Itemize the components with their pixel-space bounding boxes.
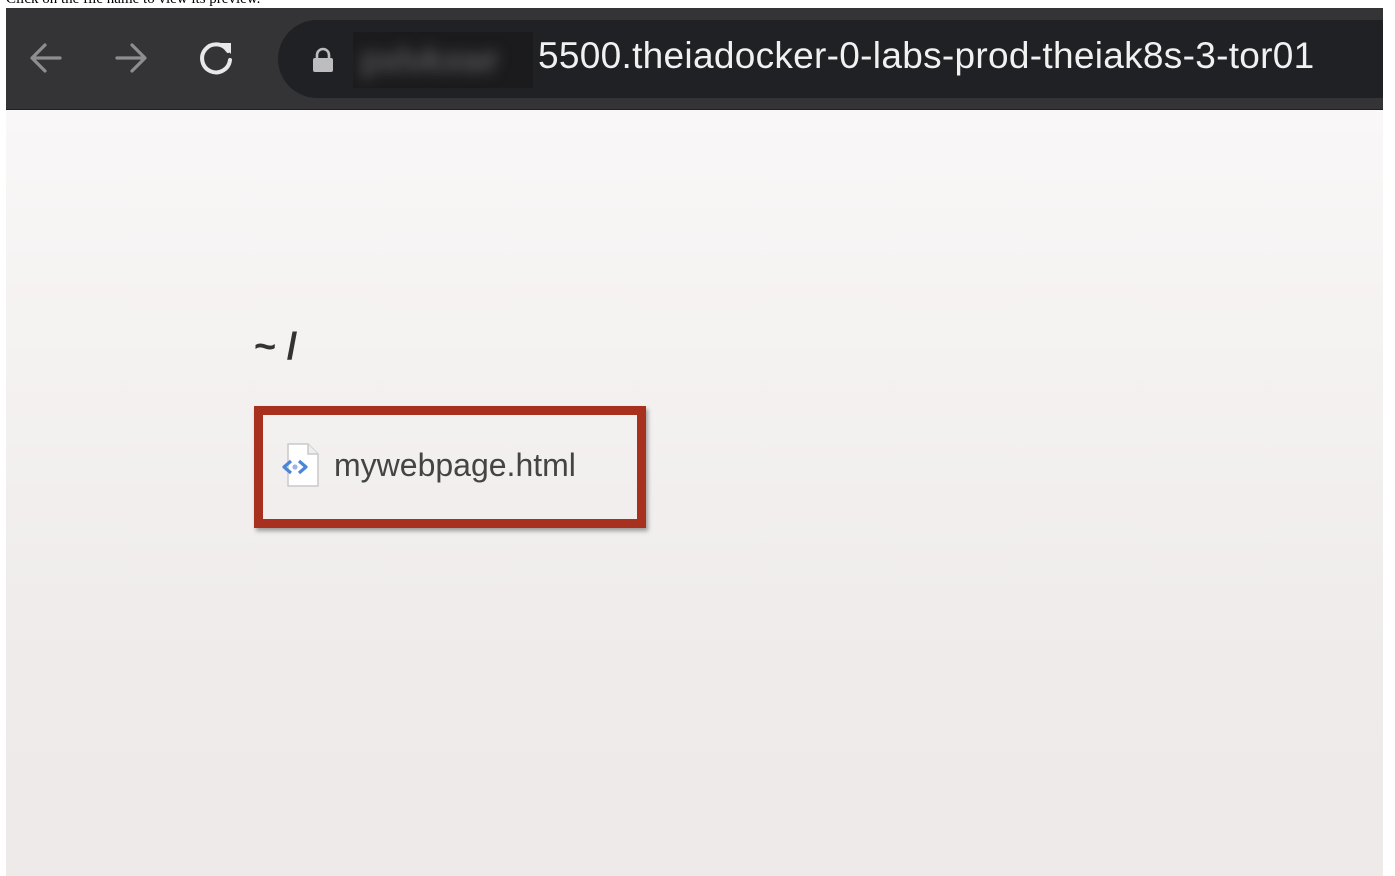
browser-toolbar: pxlvkxwr 5500.theiadocker-0-labs-prod-th… — [6, 8, 1383, 110]
file-name: mywebpage.html — [334, 446, 576, 483]
reload-button[interactable] — [196, 38, 236, 78]
html-file-icon — [282, 443, 319, 487]
blurred-url-text: pxlvkxwr — [361, 39, 500, 80]
blurred-url-prefix: pxlvkxwr — [353, 32, 533, 88]
caption-text: Click on the file name to view its previ… — [6, 0, 260, 8]
back-button[interactable] — [26, 38, 66, 78]
reload-icon — [200, 42, 232, 75]
directory-path: ~ / — [254, 326, 298, 368]
address-bar[interactable]: pxlvkxwr 5500.theiadocker-0-labs-prod-th… — [278, 20, 1383, 98]
browser-window: pxlvkxwr 5500.theiadocker-0-labs-prod-th… — [6, 8, 1383, 876]
arrow-left-icon — [30, 43, 62, 73]
forward-button[interactable] — [111, 38, 151, 78]
lock-icon — [313, 47, 333, 72]
arrow-right-icon — [115, 43, 147, 73]
file-link-mywebpage[interactable]: mywebpage.html — [280, 442, 576, 488]
url-text: 5500.theiadocker-0-labs-prod-theiak8s-3-… — [538, 35, 1315, 76]
